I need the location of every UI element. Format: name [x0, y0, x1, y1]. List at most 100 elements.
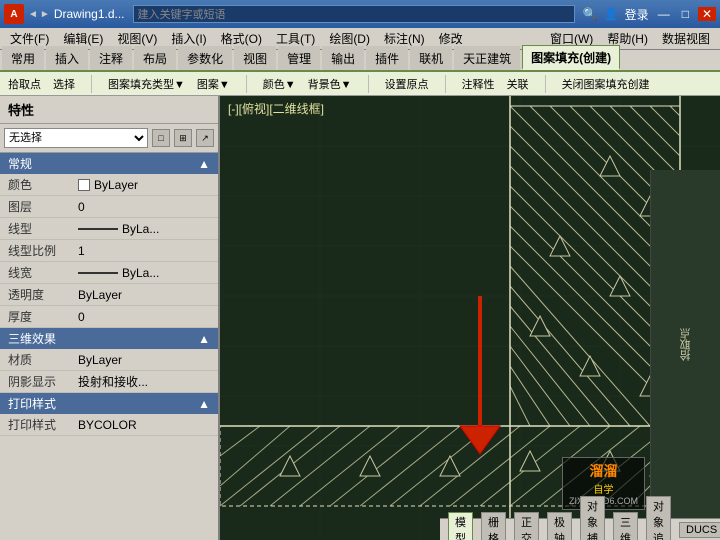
nav-next[interactable]: ►	[40, 9, 50, 20]
prop-label-material: 材质	[0, 349, 70, 371]
ribbon-linetype[interactable]: 背景色▼	[304, 75, 356, 93]
app-icon: A	[4, 4, 24, 24]
tab-online[interactable]: 联机	[410, 46, 452, 70]
prop-label-transparency: 透明度	[0, 284, 70, 306]
prop-row-linewidth: 线宽 ByLa...	[0, 262, 218, 284]
prop-value-plotstyle[interactable]: BYCOLOR	[70, 414, 218, 436]
ribbon-pickpoint[interactable]: 拾取点	[4, 75, 45, 93]
3d-props-table: 材质 ByLayer 阴影显示 投射和接收...	[0, 349, 218, 393]
ribbon-pattern-type[interactable]: 图案填充类型▼	[104, 75, 189, 93]
tab-insert[interactable]: 插入	[46, 46, 88, 70]
tab-output[interactable]: 输出	[322, 46, 364, 70]
line-preview-2	[78, 272, 118, 274]
prop-label-thickness: 厚度	[0, 306, 70, 328]
ribbon-setorigin[interactable]: 设置原点	[381, 75, 433, 93]
noselect-dropdown[interactable]: 无选择	[4, 128, 148, 148]
tab-parametric[interactable]: 参数化	[178, 46, 232, 70]
title-nav[interactable]: ◄ ►	[28, 9, 50, 20]
nav-prev[interactable]: ◄	[28, 9, 38, 20]
search-box[interactable]: 建入关键字或短语	[133, 5, 575, 23]
ribbon-select[interactable]: 选择	[49, 75, 79, 93]
section-general-header[interactable]: 常规 ▲	[0, 153, 218, 174]
status-polar[interactable]: 极轴	[547, 512, 572, 540]
ribbon-toolbar: 拾取点 选择 图案填充类型▼ 图案▼ 颜色▼ 背景色▼ 设置原点 注释性 关联 …	[0, 72, 720, 96]
prop-label-ltscale: 线型比例	[0, 240, 70, 262]
search-placeholder: 建入关键字或短语	[138, 6, 226, 22]
print-props-table: 打印样式 BYCOLOR	[0, 414, 218, 436]
minimize-btn[interactable]: —	[655, 7, 673, 21]
tab-annotate[interactable]: 注释	[90, 46, 132, 70]
section-3d-header[interactable]: 三维效果 ▲	[0, 328, 218, 349]
prop-row-ltscale: 线型比例 1	[0, 240, 218, 262]
section-print-label: 打印样式	[8, 395, 56, 412]
color-swatch	[78, 179, 90, 191]
tab-common[interactable]: 常用	[2, 46, 44, 70]
menu-dataview[interactable]: 数据视图	[656, 28, 716, 49]
ribbon-pattern[interactable]: 图案▼	[193, 75, 234, 93]
prop-value-material[interactable]: ByLayer	[70, 349, 218, 371]
line-preview-1	[78, 228, 118, 230]
properties-panel: 特性 无选择 □ ⊞ ↗ 常规 ▲ 颜色 ByLayer 图层 0	[0, 96, 220, 540]
prop-label-linewidth: 线宽	[0, 262, 70, 284]
tab-manage[interactable]: 管理	[278, 46, 320, 70]
status-otrack[interactable]: 对象追踪	[646, 496, 671, 540]
tab-tzjz[interactable]: 天正建筑	[454, 46, 520, 70]
ribbon-annotative[interactable]: 注释性	[458, 75, 499, 93]
prop-value-color[interactable]: ByLayer	[70, 174, 218, 196]
tab-hatch[interactable]: 图案填充(创建)	[522, 45, 620, 70]
section-3d-label: 三维效果	[8, 330, 56, 347]
section-print-header[interactable]: 打印样式 ▲	[0, 393, 218, 414]
status-ducs[interactable]: DUCS	[679, 522, 720, 538]
prop-value-linetype[interactable]: ByLa...	[70, 218, 218, 240]
user-icon[interactable]: 👤	[604, 7, 619, 21]
panel-title: 特性	[0, 96, 218, 124]
close-btn[interactable]: ✕	[698, 7, 716, 21]
prop-label-linetype: 线型	[0, 218, 70, 240]
viewport-label: [-][俯视][二维线框]	[228, 100, 324, 117]
general-props-table: 颜色 ByLayer 图层 0 线型 ByLa... 线型比例 1 线宽	[0, 174, 218, 328]
tab-layout[interactable]: 布局	[134, 46, 176, 70]
prop-row-color: 颜色 ByLayer	[0, 174, 218, 196]
prop-row-linetype: 线型 ByLa...	[0, 218, 218, 240]
prop-value-shadow[interactable]: 投射和接收...	[70, 371, 218, 393]
ribbon-group-close: 关闭图案填充创建	[558, 75, 666, 93]
prop-icon-3[interactable]: ↗	[196, 129, 214, 147]
ribbon-close-hatch[interactable]: 关闭图案填充创建	[558, 75, 654, 93]
prop-label-plotstyle: 打印样式	[0, 414, 70, 436]
section-3d-expand: ▲	[198, 332, 210, 346]
ribbon-group-boundary: 拾取点 选择	[4, 75, 92, 93]
prop-row-thickness: 厚度 0	[0, 306, 218, 328]
status-ortho[interactable]: 正交	[514, 512, 539, 540]
tab-view[interactable]: 视图	[234, 46, 276, 70]
prop-value-transparency[interactable]: ByLayer	[70, 284, 218, 306]
watermark-logo: 溜溜	[569, 461, 638, 481]
ribbon-associate[interactable]: 关联	[503, 75, 533, 93]
ribbon-group-origin: 设置原点	[381, 75, 446, 93]
section-general-label: 常规	[8, 155, 32, 172]
prop-value-ltscale[interactable]: 1	[70, 240, 218, 262]
section-print-expand: ▲	[198, 397, 210, 411]
ribbon-color[interactable]: 颜色▼	[259, 75, 300, 93]
ribbon-group-options: 注释性 关联	[458, 75, 546, 93]
status-3dosnap[interactable]: 三维	[613, 512, 638, 540]
maximize-btn[interactable]: □	[679, 7, 692, 21]
grab-label[interactable]: 拾取点	[678, 328, 694, 361]
status-snap[interactable]: 栅格	[481, 512, 506, 540]
prop-value-linewidth[interactable]: ByLa...	[70, 262, 218, 284]
prop-value-layer[interactable]: 0	[70, 196, 218, 218]
login-text[interactable]: 登录	[625, 6, 649, 23]
drawing-canvas[interactable]: [-][俯视][二维线框]	[220, 96, 720, 540]
title-left: A ◄ ► Drawing1.d...	[4, 4, 125, 24]
prop-value-thickness[interactable]: 0	[70, 306, 218, 328]
section-general-expand: ▲	[198, 157, 210, 171]
title-right: 🔍 👤 登录 — □ ✕	[583, 6, 716, 23]
search-icon[interactable]: 🔍	[583, 7, 598, 21]
status-osnap[interactable]: 对象捕捉	[580, 496, 605, 540]
ribbon-group-props: 颜色▼ 背景色▼	[259, 75, 369, 93]
prop-icon-2[interactable]: ⊞	[174, 129, 192, 147]
status-model[interactable]: 模型	[448, 512, 473, 540]
prop-label-shadow: 阴影显示	[0, 371, 70, 393]
tab-plugin[interactable]: 插件	[366, 46, 408, 70]
titlebar: A ◄ ► Drawing1.d... 建入关键字或短语 🔍 👤 登录 — □ …	[0, 0, 720, 28]
prop-icon-1[interactable]: □	[152, 129, 170, 147]
